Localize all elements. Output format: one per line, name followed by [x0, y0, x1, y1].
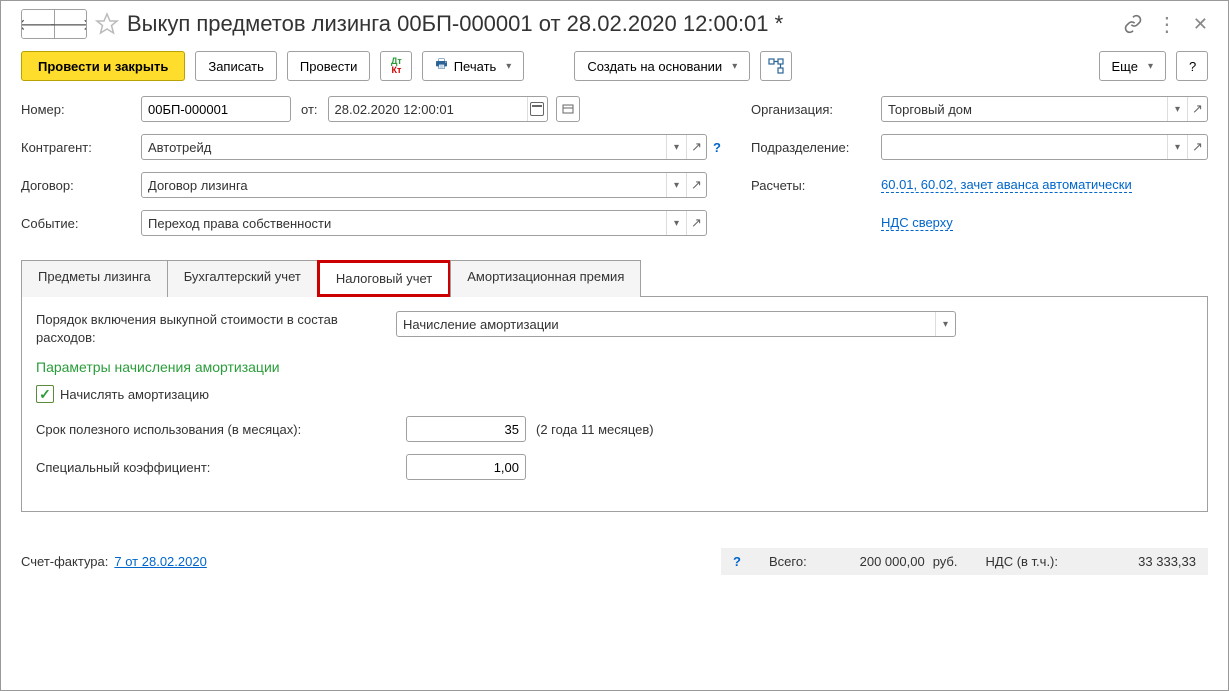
coef-input[interactable]: [406, 454, 526, 480]
toolbar: Провести и закрыть Записать Провести ДтК…: [21, 51, 1208, 81]
vat-value: 33 333,33: [1066, 554, 1196, 569]
tab-depreciation-bonus[interactable]: Амортизационная премия: [450, 260, 641, 297]
currency: руб.: [933, 554, 958, 569]
open-icon[interactable]: ↗: [686, 173, 706, 197]
print-button[interactable]: 🖶Печать: [422, 51, 524, 81]
write-button[interactable]: Записать: [195, 51, 277, 81]
chevron-down-icon[interactable]: ▾: [666, 211, 686, 235]
favorite-star-icon[interactable]: [95, 12, 119, 36]
counterparty-label: Контрагент:: [21, 140, 141, 155]
from-label: от:: [301, 102, 318, 117]
create-based-button[interactable]: Создать на основании: [574, 51, 750, 81]
org-label: Организация:: [751, 102, 881, 117]
forward-button[interactable]: 🡒: [54, 10, 86, 38]
open-icon[interactable]: ↗: [686, 135, 706, 159]
chevron-down-icon[interactable]: ▾: [666, 173, 686, 197]
coef-label: Специальный коэффициент:: [36, 460, 406, 475]
chevron-down-icon[interactable]: ▾: [1167, 97, 1187, 121]
accrue-label: Начислять амортизацию: [60, 387, 209, 402]
calc-link[interactable]: 60.01, 60.02, зачет аванса автоматически: [881, 177, 1132, 193]
invoice-label: Счет-фактура:: [21, 554, 108, 569]
event-select[interactable]: Переход права собственности ▾ ↗: [141, 210, 707, 236]
date-input[interactable]: 28.02.2020 12:00:01: [328, 96, 548, 122]
invoice-link[interactable]: 7 от 28.02.2020: [114, 554, 206, 569]
more-button[interactable]: Еще: [1099, 51, 1166, 81]
amort-section-title: Параметры начисления амортизации: [36, 359, 1193, 375]
titlebar: 🡐 🡒 Выкуп предметов лизинга 00БП-000001 …: [21, 9, 1208, 39]
structure-button[interactable]: [760, 51, 792, 81]
inclusion-label: Порядок включения выкупной стоимости в с…: [36, 311, 396, 347]
counterparty-select[interactable]: Автотрейд ▾ ↗: [141, 134, 707, 160]
open-icon[interactable]: ↗: [1187, 97, 1207, 121]
total-value: 200 000,00: [815, 554, 925, 569]
footer: Счет-фактура: 7 от 28.02.2020 ? Всего: 2…: [21, 530, 1208, 575]
life-label: Срок полезного использования (в месяцах)…: [36, 422, 406, 437]
close-icon[interactable]: ✕: [1193, 14, 1208, 35]
chevron-down-icon[interactable]: ▾: [1167, 135, 1187, 159]
org-select[interactable]: Торговый дом ▾ ↗: [881, 96, 1208, 122]
tab-content-tax: Порядок включения выкупной стоимости в с…: [21, 297, 1208, 512]
nav-buttons: 🡐 🡒: [21, 9, 87, 39]
total-label: Всего:: [769, 554, 807, 569]
number-label: Номер:: [21, 102, 141, 117]
accrue-checkbox[interactable]: ✓: [36, 385, 54, 403]
chevron-down-icon[interactable]: ▾: [935, 312, 955, 336]
help-icon[interactable]: ?: [713, 140, 721, 155]
open-icon[interactable]: ↗: [1187, 135, 1207, 159]
life-input[interactable]: [406, 416, 526, 442]
dtkt-button[interactable]: ДтКт: [380, 51, 412, 81]
post-and-close-button[interactable]: Провести и закрыть: [21, 51, 185, 81]
division-select[interactable]: ▾ ↗: [881, 134, 1208, 160]
inclusion-select[interactable]: Начисление амортизации ▾: [396, 311, 956, 337]
division-label: Подразделение:: [751, 140, 881, 155]
event-label: Событие:: [21, 216, 141, 231]
contract-label: Договор:: [21, 178, 141, 193]
calendar-icon[interactable]: [527, 97, 547, 121]
number-input[interactable]: [141, 96, 291, 122]
open-icon[interactable]: ↗: [686, 211, 706, 235]
contract-select[interactable]: Договор лизинга ▾ ↗: [141, 172, 707, 198]
form-grid: Номер: от: 28.02.2020 12:00:01 Контраген…: [21, 95, 1208, 247]
help-button[interactable]: ?: [1176, 51, 1208, 81]
tab-bar: Предметы лизинга Бухгалтерский учет Нало…: [21, 259, 1208, 297]
tab-leasing-items[interactable]: Предметы лизинга: [21, 260, 168, 297]
life-hint: (2 года 11 месяцев): [536, 422, 654, 437]
tab-tax[interactable]: Налоговый учет: [317, 260, 451, 297]
calc-label: Расчеты:: [751, 178, 881, 193]
post-button[interactable]: Провести: [287, 51, 371, 81]
tab-accounting[interactable]: Бухгалтерский учет: [167, 260, 318, 297]
kebab-menu-icon[interactable]: ⋮: [1157, 12, 1179, 37]
vat-mode-link[interactable]: НДС сверху: [881, 215, 953, 231]
title-actions: ⋮ ✕: [1123, 12, 1208, 37]
help-icon[interactable]: ?: [733, 554, 741, 569]
link-icon[interactable]: [1123, 14, 1143, 34]
vat-label: НДС (в т.ч.):: [986, 554, 1059, 569]
date-ext-button[interactable]: [556, 96, 580, 122]
chevron-down-icon[interactable]: ▾: [666, 135, 686, 159]
page-title: Выкуп предметов лизинга 00БП-000001 от 2…: [127, 11, 783, 37]
document-window: 🡐 🡒 Выкуп предметов лизинга 00БП-000001 …: [0, 0, 1229, 691]
